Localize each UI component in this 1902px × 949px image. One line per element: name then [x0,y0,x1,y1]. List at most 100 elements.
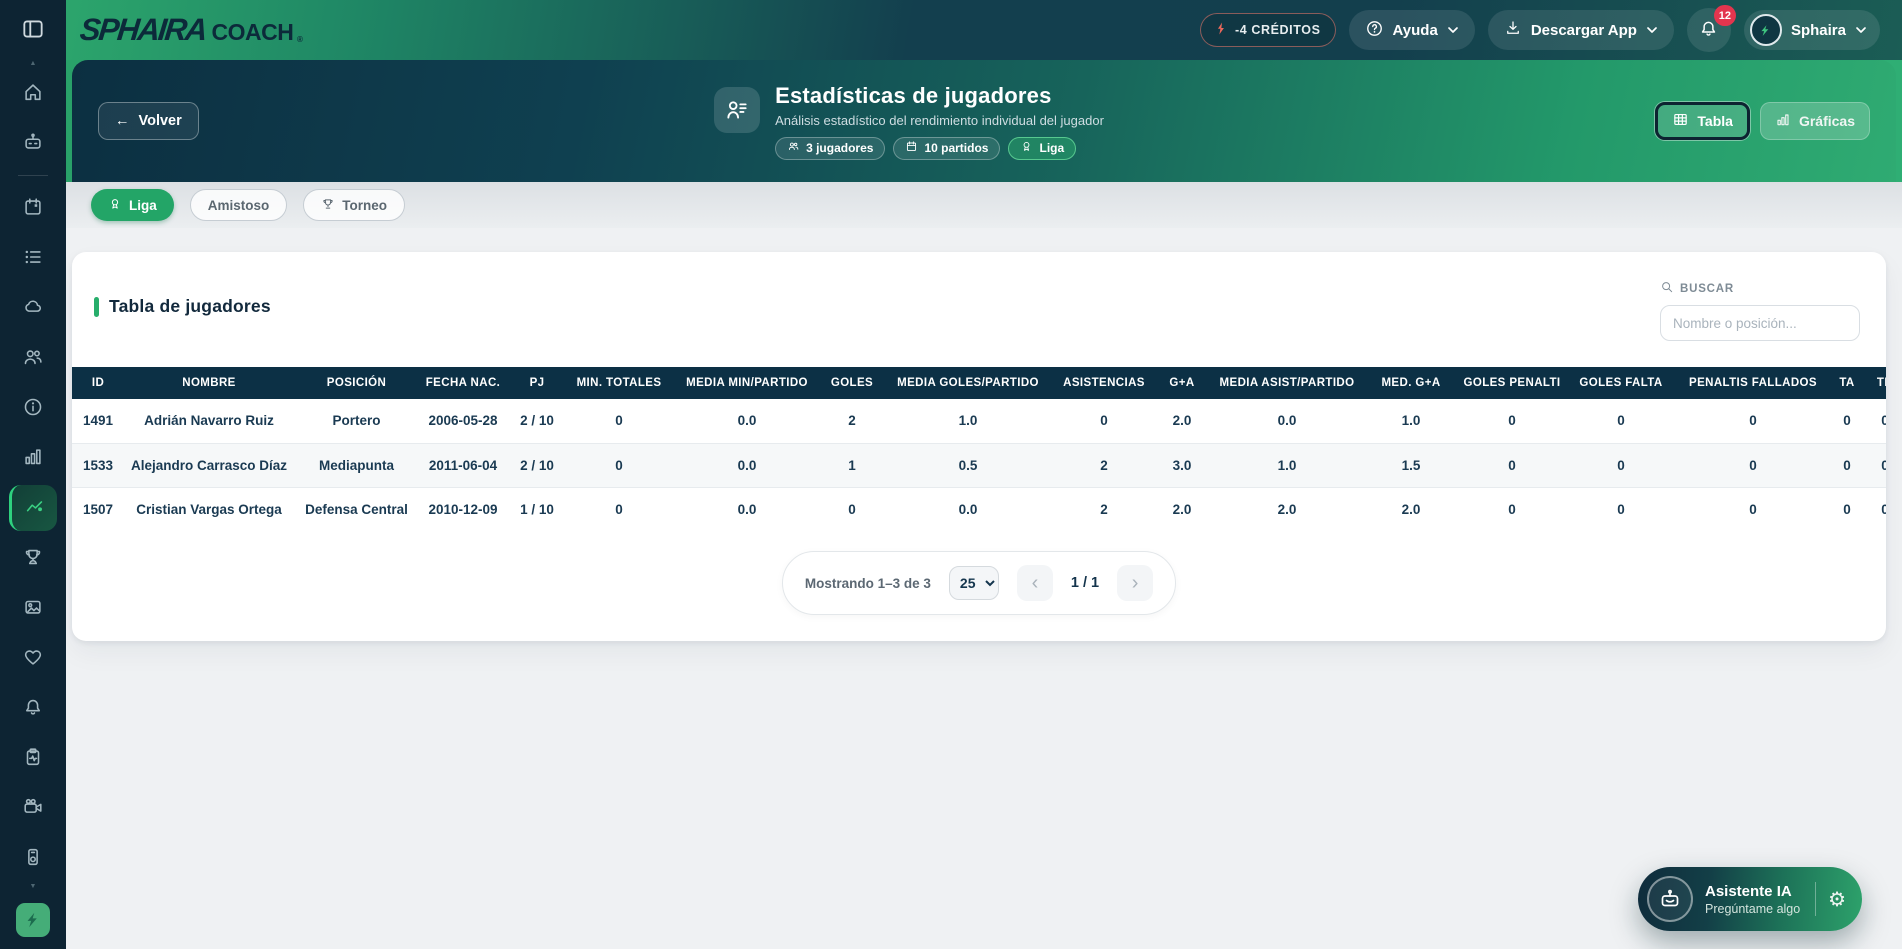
column-header[interactable]: PJ [507,367,567,399]
table-cell: 1507 [72,487,124,531]
table-cell: Defensa Central [294,487,419,531]
help-button[interactable]: Ayuda [1349,10,1475,50]
column-header[interactable]: ID [72,367,124,399]
search-block: BUSCAR [1660,280,1860,341]
download-app-button[interactable]: Descargar App [1488,10,1674,50]
matches-count-badge: 10 partidos [893,137,1000,160]
column-header[interactable]: MEDIA GOLES/PARTIDO [881,367,1055,399]
sidebar-scroll-down-icon[interactable]: ▼ [30,883,37,891]
table-row[interactable]: 1533Alejandro Carrasco DíazMediapunta201… [72,443,1886,487]
column-header[interactable]: POSICIÓN [294,367,419,399]
column-header[interactable]: PENALTIS FALLADOS [1677,367,1829,399]
sidebar-item-health[interactable] [9,635,57,681]
filter-chip-amistoso[interactable]: Amistoso [190,189,288,221]
search-icon [1660,280,1674,297]
lightning-icon [1215,21,1228,39]
notifications-button[interactable]: 12 [1687,8,1731,52]
sidebar-scroll-up-icon[interactable]: ▲ [30,60,37,68]
table-cell: 1491 [72,399,124,443]
sidebar-item-player-stats[interactable] [9,485,57,531]
sidebar-item-users[interactable] [9,335,57,381]
tab-tabla[interactable]: Tabla [1655,102,1750,140]
sidebar-item-cloud[interactable] [9,285,57,331]
table-cell: 0.5 [881,443,1055,487]
back-button[interactable]: ← Volver [98,102,199,140]
page-header: ← Volver Estadísticas de jugadores Análi… [72,60,1896,182]
trophy-icon [321,197,335,214]
column-header[interactable]: MIN. TOTALES [567,367,671,399]
pagination: Mostrando 1–3 de 3 25 ‹ 1 / 1 › [782,551,1176,615]
table-cell: 0 [1829,443,1865,487]
sidebar-item-notifications[interactable] [9,685,57,731]
column-header[interactable]: GOLES FALTA [1565,367,1677,399]
players-table-card: Tabla de jugadores BUSCAR IDNOMBREPOSICI… [72,252,1886,641]
column-header[interactable]: TR [1865,367,1886,399]
robot-icon [1647,876,1693,922]
column-header[interactable]: NOMBRE [124,367,294,399]
table-cell: 0 [1055,399,1153,443]
sidebar-toggle-button[interactable] [20,16,46,45]
main-content: Tabla de jugadores BUSCAR IDNOMBREPOSICI… [66,228,1902,949]
table-row[interactable]: 1507Cristian Vargas OrtegaDefensa Centra… [72,487,1886,531]
next-page-button[interactable]: › [1117,565,1153,601]
sidebar-item-competitions[interactable] [9,535,57,581]
assistant-text: Asistente IA Pregúntame algo [1705,883,1800,916]
sidebar-item-home[interactable] [9,70,57,116]
table-cell: 0.0 [881,487,1055,531]
assistant-subtitle: Pregúntame algo [1705,902,1800,916]
column-header[interactable]: GOLES PENALTI [1459,367,1565,399]
page-title: Estadísticas de jugadores [775,83,1104,109]
column-header[interactable]: MED. G+A [1363,367,1459,399]
column-header[interactable]: GOLES [823,367,881,399]
ai-assistant-widget[interactable]: Asistente IA Pregúntame algo ⚙ [1638,867,1862,931]
column-header[interactable]: ASISTENCIAS [1055,367,1153,399]
content-area: SPHAIRA COACH® -4 CRÉDITOS Ayuda Descarg… [66,0,1902,949]
table-cell: 0 [1677,399,1829,443]
sidebar-item-stats[interactable] [9,435,57,481]
column-header[interactable]: MEDIA ASIST/PARTIDO [1211,367,1363,399]
table-cell: 2.0 [1363,487,1459,531]
sidebar-item-device[interactable] [9,835,57,881]
card-title-block: Tabla de jugadores [94,296,271,317]
heart-pulse-icon [22,646,44,671]
table-cell: 2006-05-28 [419,399,507,443]
sidebar-item-info[interactable] [9,385,57,431]
topbar-actions: -4 CRÉDITOS Ayuda Descargar App 12 [1200,8,1880,52]
sidebar-item-calendar[interactable] [9,185,57,231]
table-row[interactable]: 1491Adrián Navarro RuizPortero2006-05-28… [72,399,1886,443]
arrow-left-icon: ← [115,113,130,129]
sidebar-item-reports[interactable] [9,735,57,781]
brand-logo[interactable]: SPHAIRA COACH® [80,12,293,48]
table-cell: Adrián Navarro Ruiz [124,399,294,443]
column-header[interactable]: MEDIA MIN/PARTIDO [671,367,823,399]
filter-chip-liga[interactable]: Liga [91,189,174,221]
robot-icon [22,131,44,156]
sidebar-item-assistant[interactable] [9,120,57,166]
sidebar-item-list[interactable] [9,235,57,281]
medal-icon [108,197,122,214]
sidebar: ▲ ▼ [0,0,66,949]
user-menu[interactable]: Sphaira [1744,10,1880,50]
credits-badge[interactable]: -4 CRÉDITOS [1200,13,1336,47]
tab-graficas[interactable]: Gráficas [1760,102,1870,140]
table-cell: 0 [1677,443,1829,487]
sidebar-item-video[interactable] [9,785,57,831]
table-cell: 0 [1865,399,1886,443]
page-size-select[interactable]: 25 [949,566,999,600]
table-cell: 0.0 [671,399,823,443]
column-header[interactable]: TA [1829,367,1865,399]
players-count-badge: 3 jugadores [775,137,885,160]
table-cell: 0 [1565,487,1677,531]
brand-suffix: COACH® [212,19,294,46]
column-header[interactable]: FECHA NAC. [419,367,507,399]
sphaira-logo[interactable] [16,903,50,937]
sidebar-item-media[interactable] [9,585,57,631]
credits-label: -4 CRÉDITOS [1235,23,1321,37]
search-input[interactable] [1660,305,1860,341]
table-cell: 0 [1829,487,1865,531]
table-cell: 1 [823,443,881,487]
gear-icon[interactable]: ⚙ [1828,887,1846,912]
previous-page-button[interactable]: ‹ [1017,565,1053,601]
column-header[interactable]: G+A [1153,367,1211,399]
filter-chip-torneo[interactable]: Torneo [303,189,405,221]
